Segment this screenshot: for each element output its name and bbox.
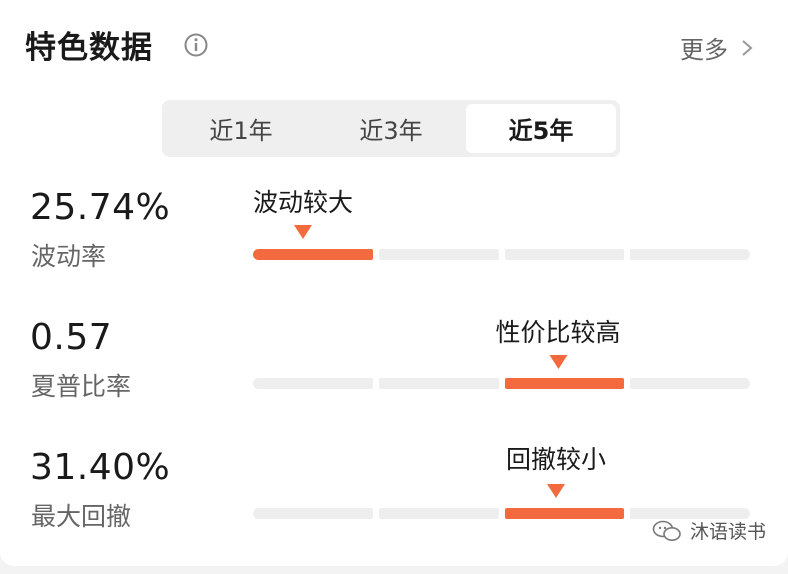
feature-data-card: 特色数据 更多 近1年 近3年 近5年 25.74% 波动率 波动较大 0.57: [0, 0, 788, 566]
tab-1-year[interactable]: 近1年: [166, 104, 316, 153]
metric-label: 夏普比率: [31, 372, 132, 401]
metric-label: 波动率: [31, 242, 107, 271]
level-bar: [253, 378, 750, 389]
level-segment: [253, 249, 373, 260]
tab-3-years[interactable]: 近3年: [316, 104, 466, 153]
level-callout: 回撤较小: [506, 440, 606, 498]
level-segment: [378, 378, 499, 389]
pointer-marker-icon: [293, 225, 312, 239]
wechat-icon: [652, 520, 681, 541]
watermark-text: 沐语读书: [689, 521, 766, 543]
metric-value: 25.74%: [30, 187, 171, 228]
level-segment: [378, 508, 499, 519]
metric-volatility: 25.74% 波动率 波动较大: [0, 180, 788, 300]
metric-value: 0.57: [30, 317, 113, 358]
pointer-marker-icon: [546, 484, 565, 498]
watermark: 沐语读书: [652, 517, 766, 544]
info-icon[interactable]: [184, 33, 208, 57]
level-segment: [630, 249, 750, 260]
level-segment: [504, 378, 625, 389]
level-segment: [253, 508, 373, 519]
more-label: 更多: [680, 36, 728, 64]
level-bar: [253, 249, 750, 260]
level-segment: [630, 378, 750, 389]
chevron-right-icon: [742, 39, 753, 56]
tab-5-years[interactable]: 近5年: [466, 104, 616, 153]
metric-value: 31.40%: [30, 447, 171, 488]
level-text: 回撤较小: [505, 445, 607, 474]
metric-label: 最大回撤: [31, 502, 132, 531]
level-callout: 波动较大: [253, 183, 353, 239]
level-segment: [378, 249, 499, 260]
metric-sharpe-ratio: 0.57 夏普比率 性价比较高: [0, 310, 788, 430]
period-tabs: 近1年 近3年 近5年: [162, 100, 620, 157]
level-segment: [504, 508, 625, 519]
level-callout: 性价比较高: [495, 313, 621, 369]
pointer-marker-icon: [548, 355, 567, 369]
section-title: 特色数据: [25, 30, 153, 66]
more-link[interactable]: 更多: [680, 30, 754, 65]
level-text: 波动较大: [252, 188, 354, 217]
level-segment: [504, 249, 625, 260]
level-text: 性价比较高: [495, 318, 621, 347]
level-segment: [253, 378, 373, 389]
